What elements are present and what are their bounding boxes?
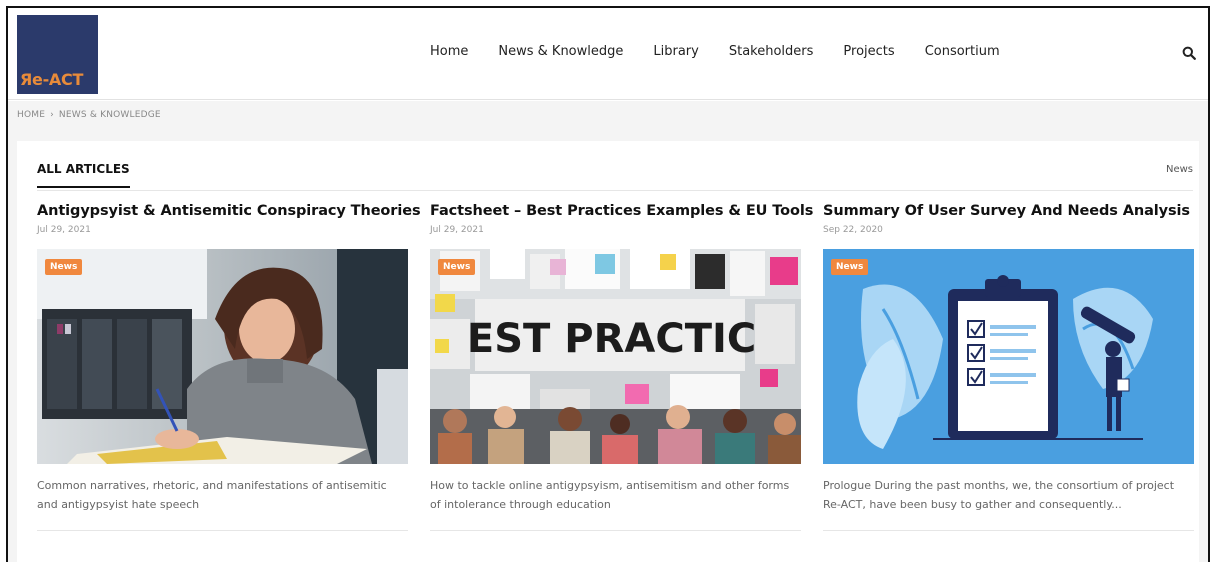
article-card: Factsheet – Best Practices Examples & EU…: [430, 203, 813, 531]
article-image-best-practice[interactable]: BEST PRACTICE News: [430, 249, 801, 464]
breadcrumb-current: NEWS & KNOWLEDGE: [58, 110, 161, 120]
main-nav: Home News & Knowledge Library Stakeholde…: [430, 44, 1030, 59]
search-icon[interactable]: [1182, 46, 1196, 60]
divider: [37, 530, 408, 531]
clipboard-checklist-illustration: [823, 249, 1194, 464]
breadcrumb: HOME › NEWS & KNOWLEDGE: [17, 110, 161, 120]
article-date: Jul 29, 2021: [37, 225, 91, 235]
article-excerpt: Common narratives, rhetoric, and manifes…: [37, 479, 387, 511]
article-card: Antigypsyist & Antisemitic Conspiracy Th…: [37, 203, 421, 531]
article-title[interactable]: Summary Of User Survey And Needs Analysi…: [823, 203, 1194, 219]
news-badge[interactable]: News: [45, 259, 83, 275]
nav-home[interactable]: Home: [430, 44, 468, 59]
nav-consortium[interactable]: Consortium: [925, 44, 1000, 59]
divider: [823, 530, 1194, 531]
news-badge[interactable]: News: [438, 259, 476, 275]
best-practice-text: BEST PRACTICE: [436, 316, 783, 362]
section-filter-link[interactable]: News: [1166, 164, 1193, 175]
content-area: ALL ARTICLES News Antigypsyist & Antisem…: [8, 141, 1208, 562]
article-date: Jul 29, 2021: [430, 225, 484, 235]
woman-studying-illustration: [37, 249, 408, 464]
nav-projects[interactable]: Projects: [843, 44, 894, 59]
articles-panel: ALL ARTICLES News Antigypsyist & Antisem…: [17, 141, 1199, 562]
breadcrumb-home[interactable]: HOME: [17, 110, 45, 120]
article-excerpt: How to tackle online antigypsyism, antis…: [430, 479, 790, 511]
article-title[interactable]: Factsheet – Best Practices Examples & EU…: [430, 203, 813, 219]
news-badge[interactable]: News: [831, 259, 869, 275]
nav-stakeholders[interactable]: Stakeholders: [729, 44, 814, 59]
browser-frame: Яe-ACT Home News & Knowledge Library Sta…: [6, 6, 1210, 562]
article-card: Summary Of User Survey And Needs Analysi…: [823, 203, 1194, 531]
nav-library[interactable]: Library: [653, 44, 698, 59]
article-image-woman-studying[interactable]: News: [37, 249, 408, 464]
article-excerpt: Prologue During the past months, we, the…: [823, 479, 1175, 511]
best-practice-board-illustration: BEST PRACTICE: [430, 249, 801, 464]
divider: [430, 530, 801, 531]
site-logo[interactable]: Яe-ACT: [17, 15, 98, 94]
section-title: ALL ARTICLES: [37, 162, 130, 188]
section-header: ALL ARTICLES News: [37, 159, 1193, 191]
breadcrumb-bar: HOME › NEWS & KNOWLEDGE: [8, 101, 1208, 141]
article-date: Sep 22, 2020: [823, 225, 883, 235]
site-header: Яe-ACT Home News & Knowledge Library Sta…: [8, 8, 1208, 100]
article-image-clipboard[interactable]: News: [823, 249, 1194, 464]
breadcrumb-separator: ›: [50, 110, 54, 120]
article-title[interactable]: Antigypsyist & Antisemitic Conspiracy Th…: [37, 203, 421, 219]
nav-news-knowledge[interactable]: News & Knowledge: [498, 44, 623, 59]
logo-text: Яe-ACT: [20, 70, 84, 89]
